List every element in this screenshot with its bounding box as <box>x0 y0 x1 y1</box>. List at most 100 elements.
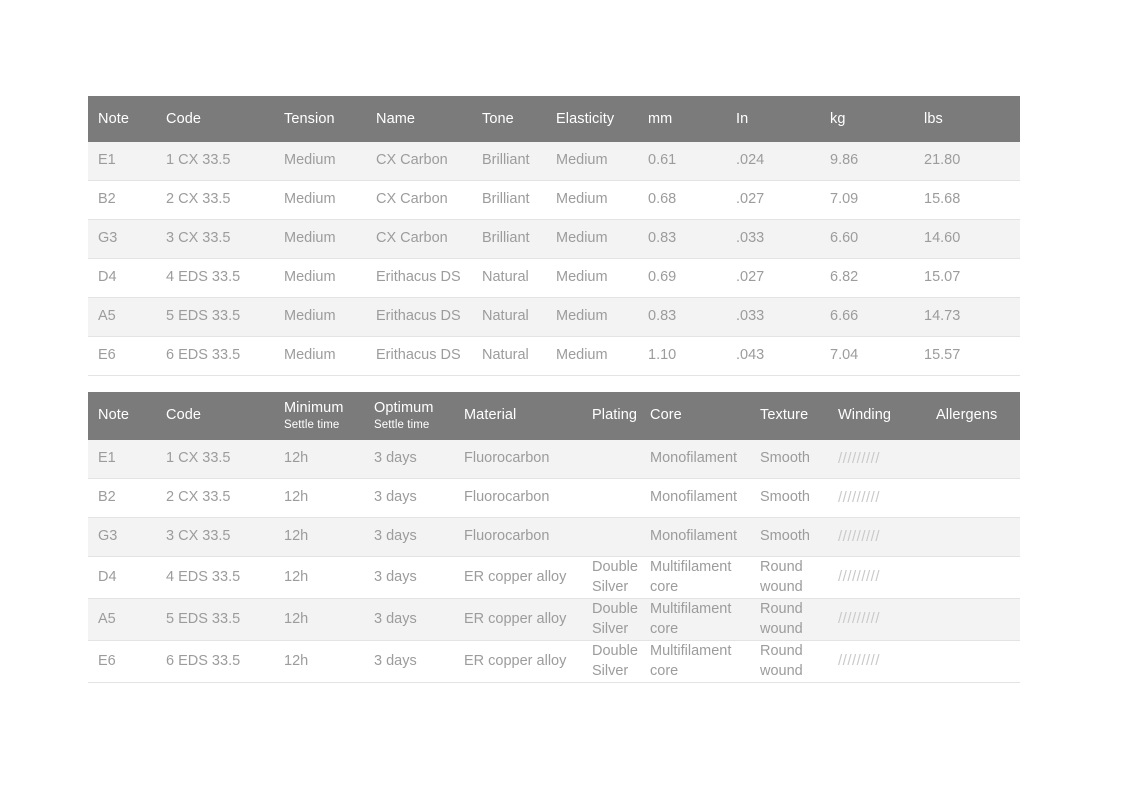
cell-minimum-settle-time: 12h <box>274 598 364 641</box>
column-header-note[interactable]: Note <box>88 96 156 142</box>
cell-kg: 7.09 <box>820 180 914 220</box>
cell-material: Fluorocarbon <box>454 517 582 557</box>
column-header-allergens-label: Allergens <box>936 407 998 424</box>
cell-material: ER copper alloy <box>454 556 582 599</box>
column-header-code[interactable]: Code <box>156 96 274 142</box>
cell-mm: 1.10 <box>638 336 726 376</box>
cell-kg: 6.60 <box>820 219 914 259</box>
cell-tone: Natural <box>472 297 546 337</box>
table-row: A5 5 EDS 33.5 12h 3 days ER copper alloy… <box>88 598 1020 641</box>
column-header-code[interactable]: Code <box>156 392 274 440</box>
header-row: Note Code Minimum Settle time Optimum Se… <box>88 392 1020 440</box>
table-row: E1 1 CX 33.5 Medium CX Carbon Brilliant … <box>88 142 1020 181</box>
table-body: E1 1 CX 33.5 12h 3 days Fluorocarbon Mon… <box>88 440 1020 683</box>
cell-winding: ///////// <box>828 440 926 479</box>
table-row: G3 3 CX 33.5 12h 3 days Fluorocarbon Mon… <box>88 517 1020 557</box>
column-header-tone[interactable]: Tone <box>472 96 546 142</box>
cell-minimum-settle-time: 12h <box>274 478 364 518</box>
cell-name: Erithacus DS <box>366 336 472 376</box>
cell-tension: Medium <box>274 336 366 376</box>
column-header-winding[interactable]: Winding <box>828 392 926 440</box>
column-header-tension[interactable]: Tension <box>274 96 366 142</box>
column-header-kg[interactable]: kg <box>820 96 914 142</box>
cell-in: .033 <box>726 297 820 337</box>
table-row: B2 2 CX 33.5 Medium CX Carbon Brilliant … <box>88 180 1020 220</box>
cell-allergens <box>926 598 1020 641</box>
column-header-optimum-sublabel: Settle time <box>374 418 430 431</box>
cell-tone: Natural <box>472 258 546 298</box>
cell-elasticity: Medium <box>546 180 638 220</box>
cell-name: CX Carbon <box>366 219 472 259</box>
column-header-plating[interactable]: Plating <box>582 392 640 440</box>
cell-material: ER copper alloy <box>454 640 582 683</box>
cell-lbs: 14.60 <box>914 219 1020 259</box>
table-row: D4 4 EDS 33.5 Medium Erithacus DS Natura… <box>88 258 1020 298</box>
cell-allergens <box>926 556 1020 599</box>
cell-texture: Round wound <box>750 556 828 599</box>
cell-lbs: 15.57 <box>914 336 1020 376</box>
column-header-name[interactable]: Name <box>366 96 472 142</box>
column-header-core[interactable]: Core <box>640 392 750 440</box>
cell-code: 6 EDS 33.5 <box>156 336 274 376</box>
cell-code: 1 CX 33.5 <box>156 142 274 181</box>
cell-texture: Round wound <box>750 598 828 641</box>
table-row: A5 5 EDS 33.5 Medium Erithacus DS Natura… <box>88 297 1020 337</box>
cell-note: B2 <box>88 180 156 220</box>
cell-kg: 6.82 <box>820 258 914 298</box>
cell-plating <box>582 517 640 557</box>
cell-optimum-settle-time: 3 days <box>364 440 454 479</box>
cell-texture: Smooth <box>750 440 828 479</box>
column-header-minimum-settle-time[interactable]: Minimum Settle time <box>274 392 364 440</box>
table-row: G3 3 CX 33.5 Medium CX Carbon Brilliant … <box>88 219 1020 259</box>
header-row: Note Code Tension Name Tone Elasticity m… <box>88 96 1020 142</box>
column-header-allergens[interactable]: Allergens <box>926 392 1020 440</box>
cell-mm: 0.83 <box>638 297 726 337</box>
column-header-core-label: Core <box>650 407 682 424</box>
cell-allergens <box>926 478 1020 518</box>
cell-winding: ///////// <box>828 640 926 683</box>
cell-plating: Double Silver <box>582 640 640 683</box>
cell-tension: Medium <box>274 142 366 181</box>
column-header-plating-label: Plating <box>592 407 638 424</box>
cell-note: E6 <box>88 336 156 376</box>
cell-core: Monofilament <box>640 478 750 518</box>
winding-slash-mark: ///////// <box>838 527 881 545</box>
cell-tension: Medium <box>274 258 366 298</box>
cell-winding: ///////// <box>828 556 926 599</box>
page-canvas: Note Code Tension Name Tone Elasticity m… <box>0 0 1121 792</box>
cell-texture: Smooth <box>750 517 828 557</box>
cell-allergens <box>926 640 1020 683</box>
cell-in: .027 <box>726 258 820 298</box>
string-specification-table: Note Code Tension Name Tone Elasticity m… <box>88 96 1020 376</box>
cell-tension: Medium <box>274 219 366 259</box>
cell-in: .033 <box>726 219 820 259</box>
cell-code: 5 EDS 33.5 <box>156 598 274 641</box>
cell-name: CX Carbon <box>366 180 472 220</box>
column-header-note[interactable]: Note <box>88 392 156 440</box>
cell-code: 4 EDS 33.5 <box>156 258 274 298</box>
winding-slash-mark: ///////// <box>838 449 881 467</box>
column-header-minimum-label: Minimum <box>284 400 344 417</box>
cell-tone: Brilliant <box>472 180 546 220</box>
column-header-optimum-settle-time[interactable]: Optimum Settle time <box>364 392 454 440</box>
column-header-minimum-sublabel: Settle time <box>284 418 340 431</box>
cell-core: Multifilament core <box>640 598 750 641</box>
construction-specification-table: Note Code Minimum Settle time Optimum Se… <box>88 392 1020 683</box>
cell-lbs: 15.07 <box>914 258 1020 298</box>
cell-optimum-settle-time: 3 days <box>364 598 454 641</box>
column-header-elasticity[interactable]: Elasticity <box>546 96 638 142</box>
column-header-in[interactable]: In <box>726 96 820 142</box>
column-header-lbs[interactable]: lbs <box>914 96 1020 142</box>
cell-elasticity: Medium <box>546 336 638 376</box>
table-header: Note Code Minimum Settle time Optimum Se… <box>88 392 1020 440</box>
cell-minimum-settle-time: 12h <box>274 640 364 683</box>
cell-elasticity: Medium <box>546 219 638 259</box>
cell-tone: Brilliant <box>472 142 546 181</box>
table-header: Note Code Tension Name Tone Elasticity m… <box>88 96 1020 142</box>
cell-material: Fluorocarbon <box>454 440 582 479</box>
column-header-material[interactable]: Material <box>454 392 582 440</box>
column-header-texture[interactable]: Texture <box>750 392 828 440</box>
column-header-mm[interactable]: mm <box>638 96 726 142</box>
cell-note: B2 <box>88 478 156 518</box>
cell-core: Multifilament core <box>640 556 750 599</box>
